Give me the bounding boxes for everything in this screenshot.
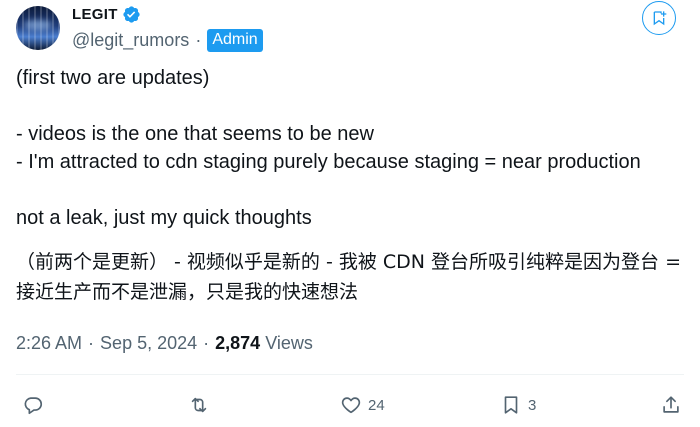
- verified-badge-icon: [122, 5, 141, 24]
- divider: [16, 374, 684, 375]
- post-header: LEGIT @legit_rumors · Admin: [16, 4, 684, 52]
- post-meta: 2:26 AM · Sep 5, 2024 · 2,874 Views: [16, 333, 313, 354]
- admin-badge: Admin: [207, 28, 263, 52]
- meta-separator: ·: [88, 333, 95, 353]
- display-name[interactable]: LEGIT: [72, 6, 118, 23]
- views-count: 2,874: [215, 333, 261, 353]
- handle[interactable]: @legit_rumors: [72, 30, 189, 51]
- post-line: [16, 176, 686, 204]
- heart-icon: [341, 397, 361, 414]
- author-info: LEGIT @legit_rumors · Admin: [72, 4, 263, 52]
- post-translation: （前两个是更新） - 视频似乎是新的 - 我被 CDN 登台所吸引纯粹是因为登台…: [16, 251, 682, 303]
- post-line: [16, 92, 686, 120]
- reply-icon: [24, 397, 43, 415]
- bookmark-icon: [504, 396, 518, 414]
- post-line: - I'm attracted to cdn staging purely be…: [16, 151, 641, 173]
- share-icon: [663, 396, 679, 413]
- post-time[interactable]: 2:26 AM: [16, 333, 82, 354]
- retweet-icon: [191, 397, 207, 413]
- reply-button[interactable]: [22, 388, 50, 422]
- bookmark-button[interactable]: 3: [500, 388, 536, 422]
- views-label: Views: [265, 333, 313, 353]
- post-line: not a leak, just my quick thoughts: [16, 207, 312, 229]
- post-line: - videos is the one that seems to be new: [16, 123, 374, 145]
- handle-separator: ·: [195, 29, 202, 50]
- post-text: (first two are updates) - videos is the …: [16, 64, 686, 232]
- action-bar: 24 3: [16, 388, 684, 422]
- subscribe-bookmark-button[interactable]: [642, 1, 676, 35]
- post-line: (first two are updates): [16, 67, 210, 89]
- share-button[interactable]: [660, 388, 682, 422]
- like-count: 24: [368, 396, 385, 414]
- bookmark-plus-icon: [653, 11, 667, 26]
- retweet-button[interactable]: [188, 388, 216, 422]
- handle-row: @legit_rumors · Admin: [72, 28, 263, 52]
- avatar[interactable]: [16, 6, 60, 50]
- like-button[interactable]: 24: [340, 388, 385, 422]
- post-date[interactable]: Sep 5, 2024: [100, 333, 197, 354]
- meta-separator: ·: [203, 333, 210, 353]
- bookmark-count: 3: [528, 396, 537, 414]
- name-row: LEGIT: [72, 4, 263, 24]
